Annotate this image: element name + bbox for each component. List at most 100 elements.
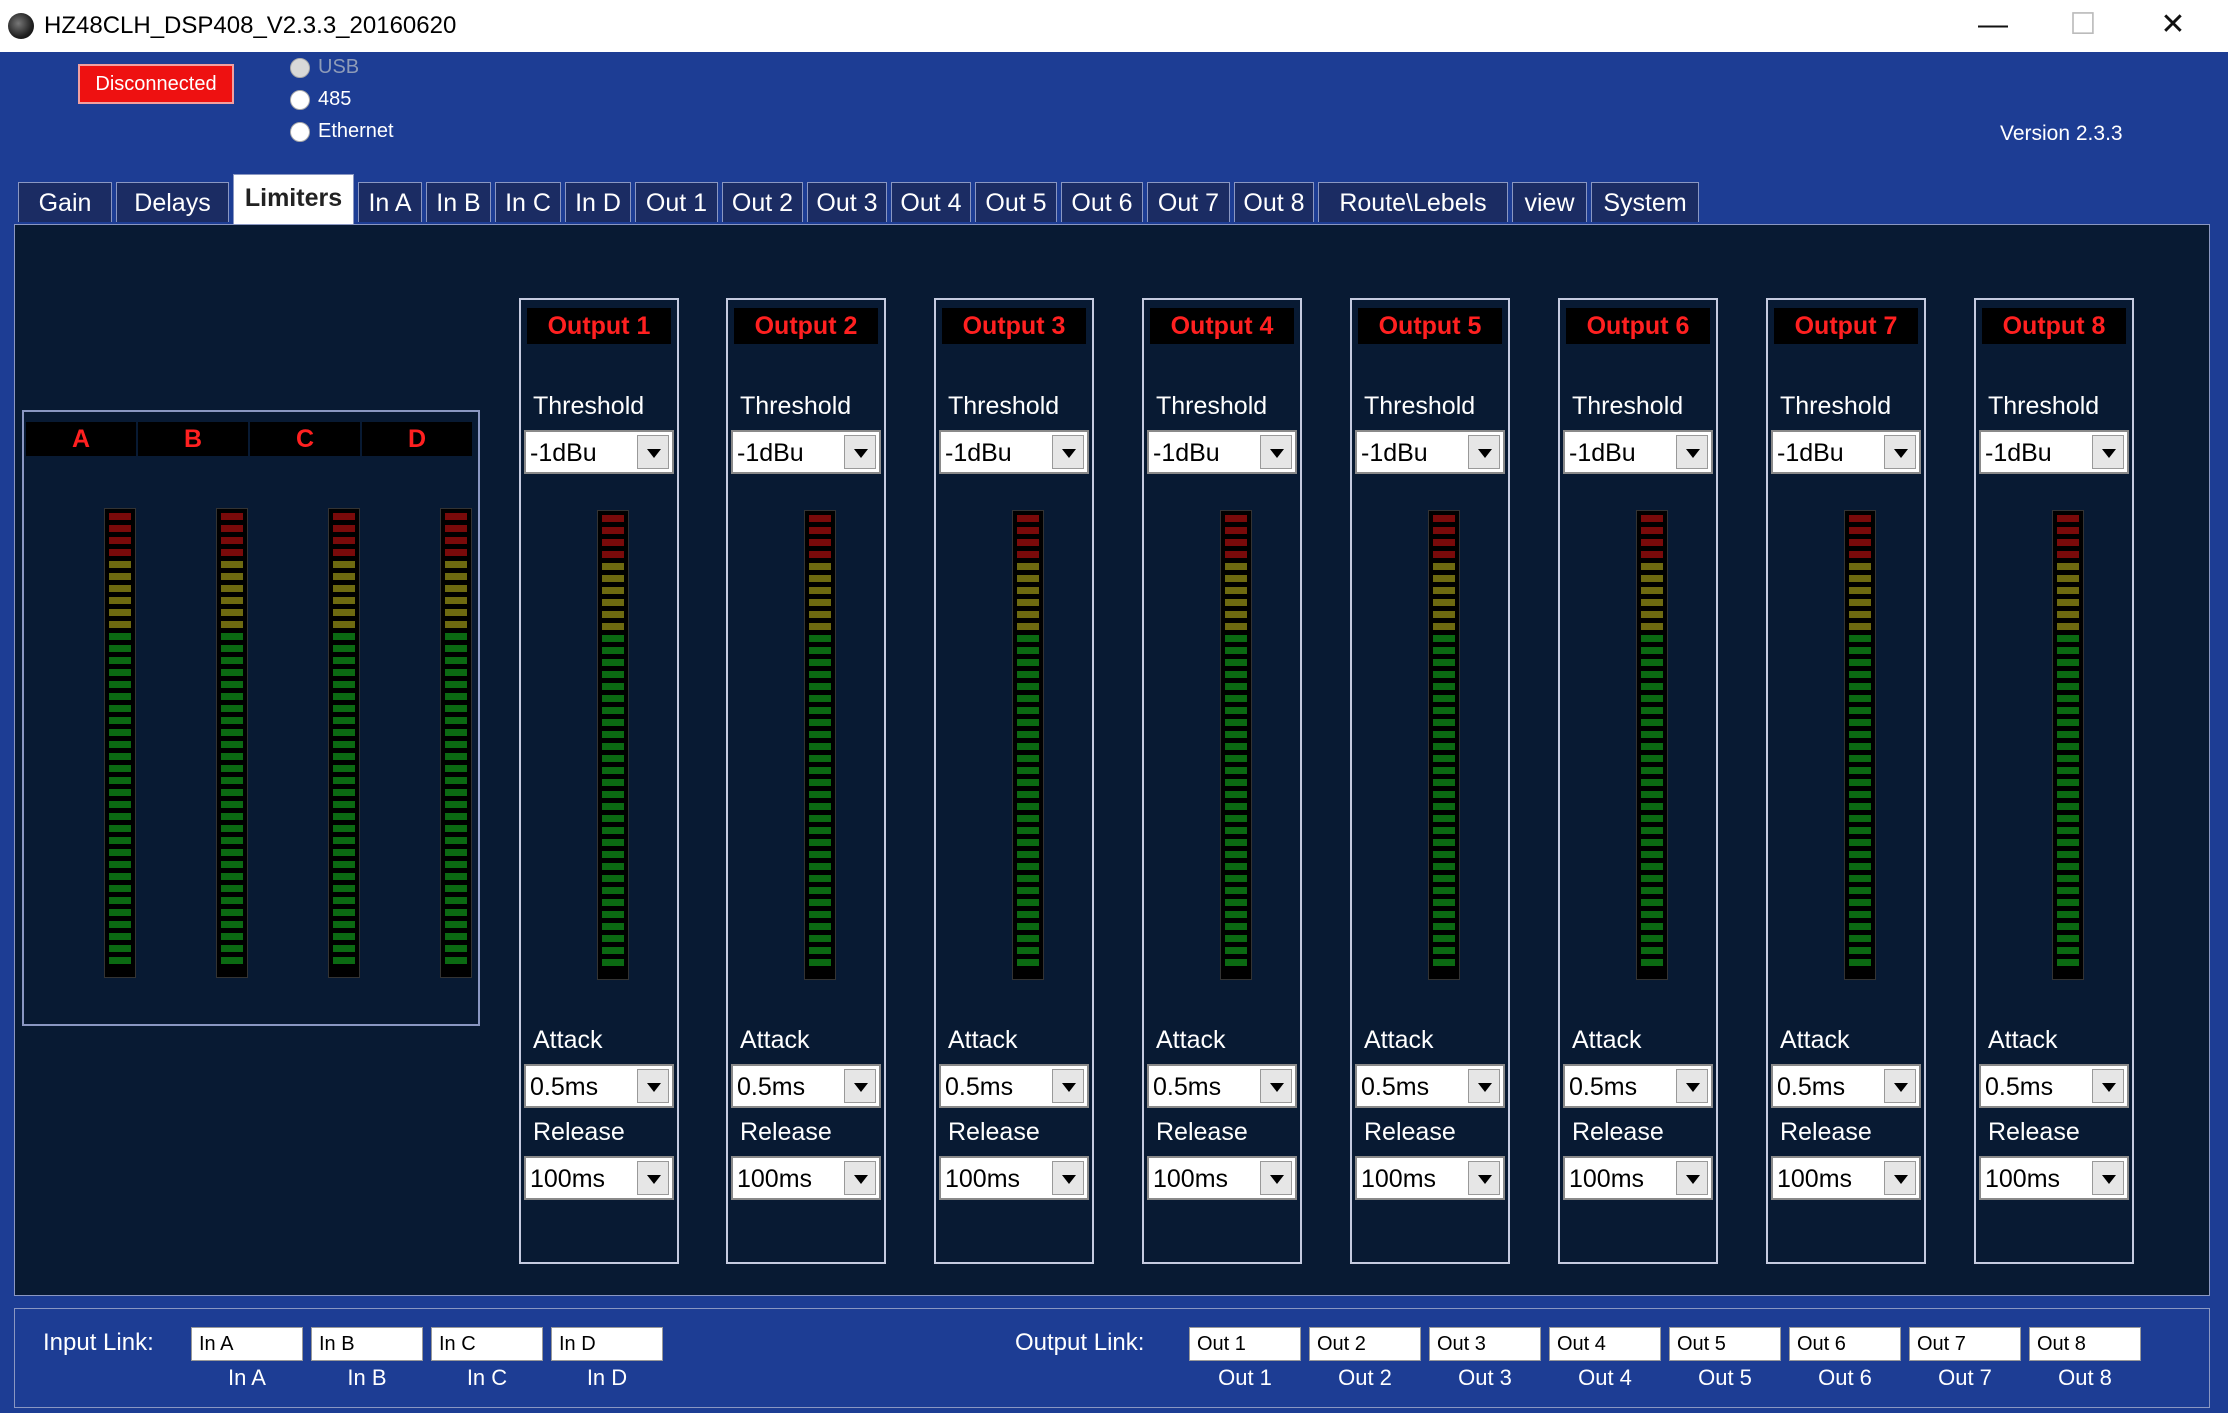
chevron-down-icon[interactable]	[1052, 1161, 1084, 1195]
release-dropdown[interactable]: 100ms	[1979, 1156, 2129, 1200]
chevron-down-icon[interactable]	[1676, 1069, 1708, 1103]
release-dropdown[interactable]: 100ms	[731, 1156, 881, 1200]
meter-segment	[1849, 935, 1871, 942]
attack-dropdown[interactable]: 0.5ms	[731, 1064, 881, 1108]
tab-route-lebels[interactable]: Route\Lebels	[1318, 182, 1508, 222]
threshold-dropdown[interactable]: -1dBu	[1979, 430, 2129, 474]
tab-gain[interactable]: Gain	[18, 182, 112, 222]
chevron-down-icon[interactable]	[1884, 435, 1916, 469]
tab-in-a[interactable]: In A	[358, 182, 422, 222]
threshold-dropdown[interactable]: -1dBu	[1147, 430, 1297, 474]
tab-out-6[interactable]: Out 6	[1061, 182, 1143, 222]
meter-segment	[1225, 575, 1247, 582]
meter-segment	[333, 681, 355, 688]
input-link-box[interactable]: In A	[191, 1327, 303, 1361]
chevron-down-icon[interactable]	[1260, 1069, 1292, 1103]
meter-segment	[602, 743, 624, 750]
tab-limiters[interactable]: Limiters	[233, 174, 354, 224]
chevron-down-icon[interactable]	[1676, 1161, 1708, 1195]
minimize-button[interactable]: —	[1948, 0, 2038, 52]
chevron-down-icon[interactable]	[844, 1161, 876, 1195]
attack-dropdown[interactable]: 0.5ms	[1355, 1064, 1505, 1108]
output-link-box[interactable]: Out 3	[1429, 1327, 1541, 1361]
input-link-box[interactable]: In B	[311, 1327, 423, 1361]
output-link-box[interactable]: Out 5	[1669, 1327, 1781, 1361]
chevron-down-icon[interactable]	[1468, 1161, 1500, 1195]
threshold-dropdown[interactable]: -1dBu	[939, 430, 1089, 474]
chevron-down-icon[interactable]	[637, 435, 669, 469]
chevron-down-icon[interactable]	[844, 435, 876, 469]
chevron-down-icon[interactable]	[844, 1069, 876, 1103]
meter-segment	[221, 561, 243, 568]
meter-segment	[1641, 863, 1663, 870]
input-link-box[interactable]: In C	[431, 1327, 543, 1361]
release-dropdown[interactable]: 100ms	[1563, 1156, 1713, 1200]
input-link-box[interactable]: In D	[551, 1327, 663, 1361]
chevron-down-icon[interactable]	[1884, 1161, 1916, 1195]
chevron-down-icon[interactable]	[637, 1069, 669, 1103]
chevron-down-icon[interactable]	[1052, 435, 1084, 469]
output-link-box[interactable]: Out 4	[1549, 1327, 1661, 1361]
meter-segment	[1641, 839, 1663, 846]
meter-segment	[221, 633, 243, 640]
release-dropdown[interactable]: 100ms	[1771, 1156, 1921, 1200]
attack-dropdown[interactable]: 0.5ms	[939, 1064, 1089, 1108]
connection-status-button[interactable]: Disconnected	[78, 64, 234, 104]
meter-segment	[1433, 923, 1455, 930]
chevron-down-icon[interactable]	[1468, 435, 1500, 469]
output-link-box[interactable]: Out 6	[1789, 1327, 1901, 1361]
attack-dropdown[interactable]: 0.5ms	[1771, 1064, 1921, 1108]
tab-in-b[interactable]: In B	[426, 182, 491, 222]
close-button[interactable]: ✕	[2128, 0, 2218, 52]
chevron-down-icon[interactable]	[2092, 1161, 2124, 1195]
tab-in-c[interactable]: In C	[495, 182, 561, 222]
maximize-button[interactable]: ☐	[2038, 0, 2128, 52]
tab-delays[interactable]: Delays	[116, 182, 229, 222]
attack-dropdown[interactable]: 0.5ms	[1563, 1064, 1713, 1108]
output-link-box[interactable]: Out 7	[1909, 1327, 2021, 1361]
release-dropdown[interactable]: 100ms	[1355, 1156, 1505, 1200]
meter-segment	[1641, 611, 1663, 618]
tab-out-3[interactable]: Out 3	[807, 182, 887, 222]
tab-out-4[interactable]: Out 4	[891, 182, 971, 222]
meter-segment	[1017, 539, 1039, 546]
attack-dropdown[interactable]: 0.5ms	[524, 1064, 674, 1108]
output-link-box[interactable]: Out 2	[1309, 1327, 1421, 1361]
output-link-box[interactable]: Out 8	[2029, 1327, 2141, 1361]
release-value: 100ms	[945, 1165, 1021, 1193]
tab-system[interactable]: System	[1591, 182, 1699, 222]
tab-out-1[interactable]: Out 1	[635, 182, 718, 222]
chevron-down-icon[interactable]	[1676, 435, 1708, 469]
chevron-down-icon[interactable]	[2092, 1069, 2124, 1103]
attack-dropdown[interactable]: 0.5ms	[1979, 1064, 2129, 1108]
tab-out-8[interactable]: Out 8	[1234, 182, 1314, 222]
radio-485[interactable]: 485	[290, 88, 351, 111]
chevron-down-icon[interactable]	[637, 1161, 669, 1195]
release-dropdown[interactable]: 100ms	[1147, 1156, 1297, 1200]
chevron-down-icon[interactable]	[1260, 435, 1292, 469]
tab-view[interactable]: view	[1512, 182, 1587, 222]
chevron-down-icon[interactable]	[1468, 1069, 1500, 1103]
attack-dropdown[interactable]: 0.5ms	[1147, 1064, 1297, 1108]
tab-out-5[interactable]: Out 5	[975, 182, 1057, 222]
output-link-box[interactable]: Out 1	[1189, 1327, 1301, 1361]
threshold-dropdown[interactable]: -1dBu	[1355, 430, 1505, 474]
tab-out-2[interactable]: Out 2	[722, 182, 803, 222]
threshold-dropdown[interactable]: -1dBu	[731, 430, 881, 474]
tab-in-d[interactable]: In D	[565, 182, 631, 222]
radio-usb[interactable]: USB	[290, 56, 359, 79]
chevron-down-icon[interactable]	[2092, 435, 2124, 469]
chevron-down-icon[interactable]	[1884, 1069, 1916, 1103]
meter-segment	[602, 611, 624, 618]
meter-segment	[1849, 671, 1871, 678]
meter-segment	[602, 791, 624, 798]
chevron-down-icon[interactable]	[1260, 1161, 1292, 1195]
threshold-dropdown[interactable]: -1dBu	[524, 430, 674, 474]
threshold-dropdown[interactable]: -1dBu	[1771, 430, 1921, 474]
threshold-dropdown[interactable]: -1dBu	[1563, 430, 1713, 474]
release-dropdown[interactable]: 100ms	[939, 1156, 1089, 1200]
chevron-down-icon[interactable]	[1052, 1069, 1084, 1103]
tab-out-7[interactable]: Out 7	[1147, 182, 1230, 222]
release-dropdown[interactable]: 100ms	[524, 1156, 674, 1200]
radio-ethernet[interactable]: Ethernet	[290, 120, 394, 143]
